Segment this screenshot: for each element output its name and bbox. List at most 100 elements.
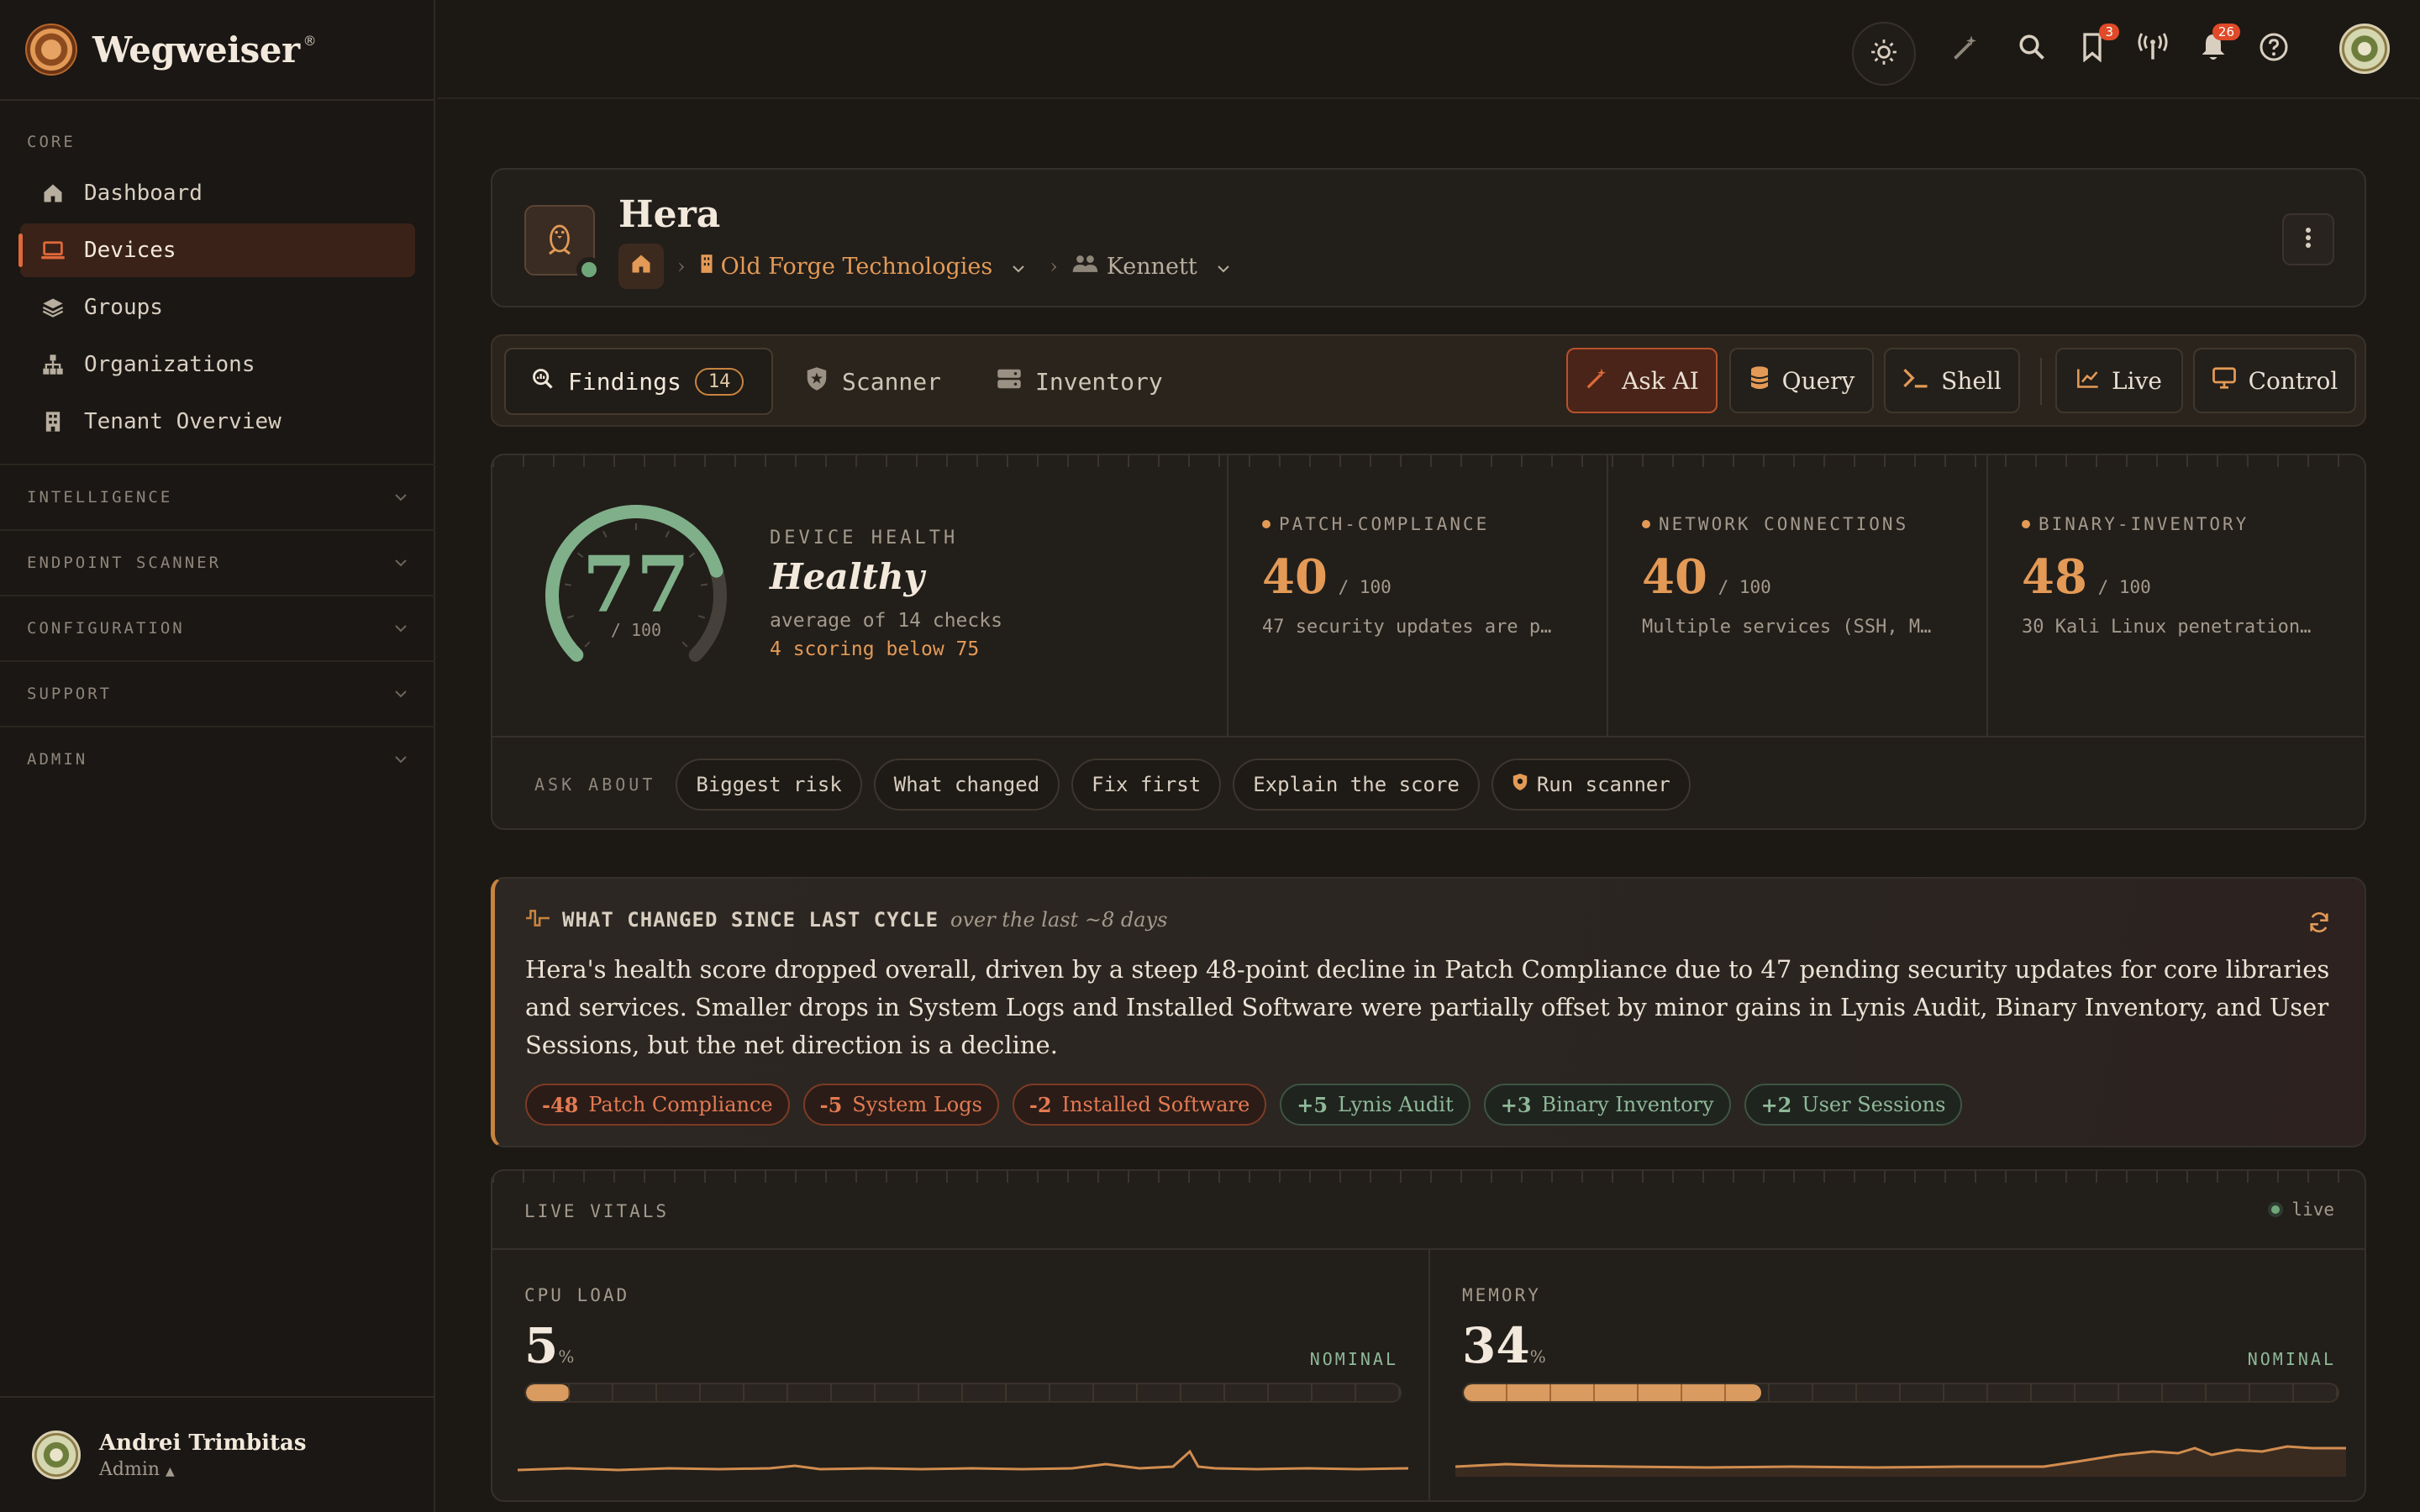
section-configuration[interactable]: CONFIGURATION [0,595,435,660]
section-support[interactable]: SUPPORT [0,660,435,726]
breadcrumb-site[interactable]: Kennett [1071,254,1231,280]
query-button[interactable]: Query [1729,348,1874,413]
bookmarks-button[interactable]: 3 [2074,24,2119,67]
org-chart-icon [40,352,66,377]
metric-patch-compliance[interactable]: PATCH-COMPLIANCE 40 / 100 47 security up… [1227,455,1607,736]
tab-findings[interactable]: Findings 14 [504,348,773,415]
delta-chip[interactable]: +5 Lynis Audit [1280,1084,1470,1126]
section-label: ENDPOINT SCANNER [27,554,222,572]
theme-toggle-button[interactable] [1852,22,1916,86]
user-menu[interactable]: Andrei Trimbitas Admin ▲ [0,1396,435,1512]
breadcrumb-home[interactable] [618,244,664,289]
changes-period: over the last ~8 days [950,908,1168,932]
metric-description: 47 security updates are p… [1262,617,1552,638]
chevron-down-icon [393,490,408,506]
antenna-icon [2137,32,2169,66]
device-tabs: Findings 14 Scanner Inventory Ask AI Que… [491,334,2366,427]
vital-value: 5% [524,1317,575,1374]
changes-title: WHAT CHANGED SINCE LAST CYCLE [562,908,939,932]
pulse-icon [525,907,550,932]
refresh-button[interactable] [2307,911,2331,937]
live-indicator: live [2268,1200,2334,1220]
delta-chip[interactable]: +2 User Sessions [1744,1084,1963,1126]
shield-icon [1512,773,1528,796]
progress-fill [526,1384,570,1401]
database-icon [1749,365,1770,396]
delta-chip[interactable]: +3 Binary Inventory [1483,1084,1731,1126]
brand-name: Wegweiser [92,29,300,71]
changes-summary: WHAT CHANGED SINCE LAST CYCLE over the l… [491,877,2366,1147]
bookmarks-badge: 3 [2099,24,2119,40]
delta-chip[interactable]: -2 Installed Software [1012,1084,1267,1126]
help-button[interactable] [2255,30,2292,67]
sidebar-item-groups[interactable]: Groups [20,281,415,334]
sidebar-item-organizations[interactable]: Organizations [20,338,415,391]
status-dot [2022,520,2030,528]
metric-description: Multiple services (SSH, M… [1642,617,1932,638]
shield-icon [805,366,829,397]
ask-chip-what-changed[interactable]: What changed [873,759,1060,811]
live-dot [2268,1202,2284,1217]
control-button[interactable]: Control [2193,348,2356,413]
section-label: INTELLIGENCE [27,488,173,507]
breadcrumb-organization[interactable]: Old Forge Technologies [699,253,1027,281]
topbar: 3 26 [437,0,2420,99]
delta-chip[interactable]: -48 Patch Compliance [525,1084,790,1126]
section-label-core: CORE [27,133,76,151]
section-label: CONFIGURATION [27,619,185,638]
sun-icon [1870,38,1898,70]
sidebar-item-dashboard[interactable]: Dashboard [20,166,415,220]
live-button[interactable]: Live [2055,348,2183,413]
section-endpoint-scanner[interactable]: ENDPOINT SCANNER [0,529,435,595]
magic-wand-button[interactable] [1948,30,1985,67]
delta-chip[interactable]: -5 System Logs [802,1084,999,1126]
sidebar-item-tenant-overview[interactable]: Tenant Overview [20,395,415,449]
shell-button[interactable]: Shell [1884,348,2020,413]
refresh-icon [2307,912,2331,937]
health-score-max: / 100 [610,620,662,640]
tab-inventory[interactable]: Inventory [997,348,1163,415]
section-label: ADMIN [27,750,88,769]
ask-chip-biggest-risk[interactable]: Biggest risk [676,759,862,811]
search-button[interactable] [2013,30,2050,67]
ask-chip-fix-first[interactable]: Fix first [1071,759,1222,811]
broadcast-button[interactable] [2134,30,2171,67]
cpu-progress-bar [524,1383,1402,1403]
vital-label: CPU LOAD [524,1285,630,1305]
monitor-icon [2212,366,2237,396]
chevron-right-icon: › [677,255,686,278]
decorative-ticks [492,1171,2365,1183]
tab-scanner[interactable]: Scanner [805,348,941,415]
brand[interactable]: Wegweiser ® [25,24,317,76]
sidebar-item-devices[interactable]: Devices [18,223,415,277]
users-icon [1071,254,1100,280]
layers-icon [40,295,66,320]
section-intelligence[interactable]: INTELLIGENCE [0,464,435,529]
metric-network-connections[interactable]: NETWORK CONNECTIONS 40 / 100 Multiple se… [1607,455,1986,736]
more-actions-button[interactable] [2282,213,2334,265]
status-dot [1262,520,1270,528]
section-admin[interactable]: ADMIN [0,726,435,791]
notifications-button[interactable]: 26 [2195,24,2240,67]
search-icon [2017,32,2047,66]
caret-up-icon: ▲ [166,1464,175,1478]
profile-avatar[interactable] [2339,24,2390,74]
os-badge [524,205,602,282]
chevron-down-icon [393,621,408,637]
ask-ai-button[interactable]: Ask AI [1566,348,1718,413]
brand-registered-mark: ® [302,32,317,49]
brand-logo [25,24,77,76]
sidebar-item-label: Tenant Overview [84,409,281,434]
sidebar-divider [0,99,435,101]
run-scanner-button[interactable]: Run scanner [1491,759,1691,811]
sidebar-item-label: Devices [84,238,176,263]
ask-chip-explain-score[interactable]: Explain the score [1233,759,1480,811]
live-vitals: LIVE VITALS live CPU LOAD 5% NOMINAL MEM… [491,1169,2366,1502]
tab-separator [2040,358,2042,405]
health-label: DEVICE HEALTH [770,528,959,549]
metric-binary-inventory[interactable]: BINARY-INVENTORY 48 / 100 30 Kali Linux … [1986,455,2365,736]
user-role: Admin ▲ [99,1458,175,1480]
laptop-icon [40,238,66,263]
delta-list: -48 Patch Compliance -5 System Logs -2 Inst… [525,1084,1963,1126]
status-dot [1642,520,1650,528]
